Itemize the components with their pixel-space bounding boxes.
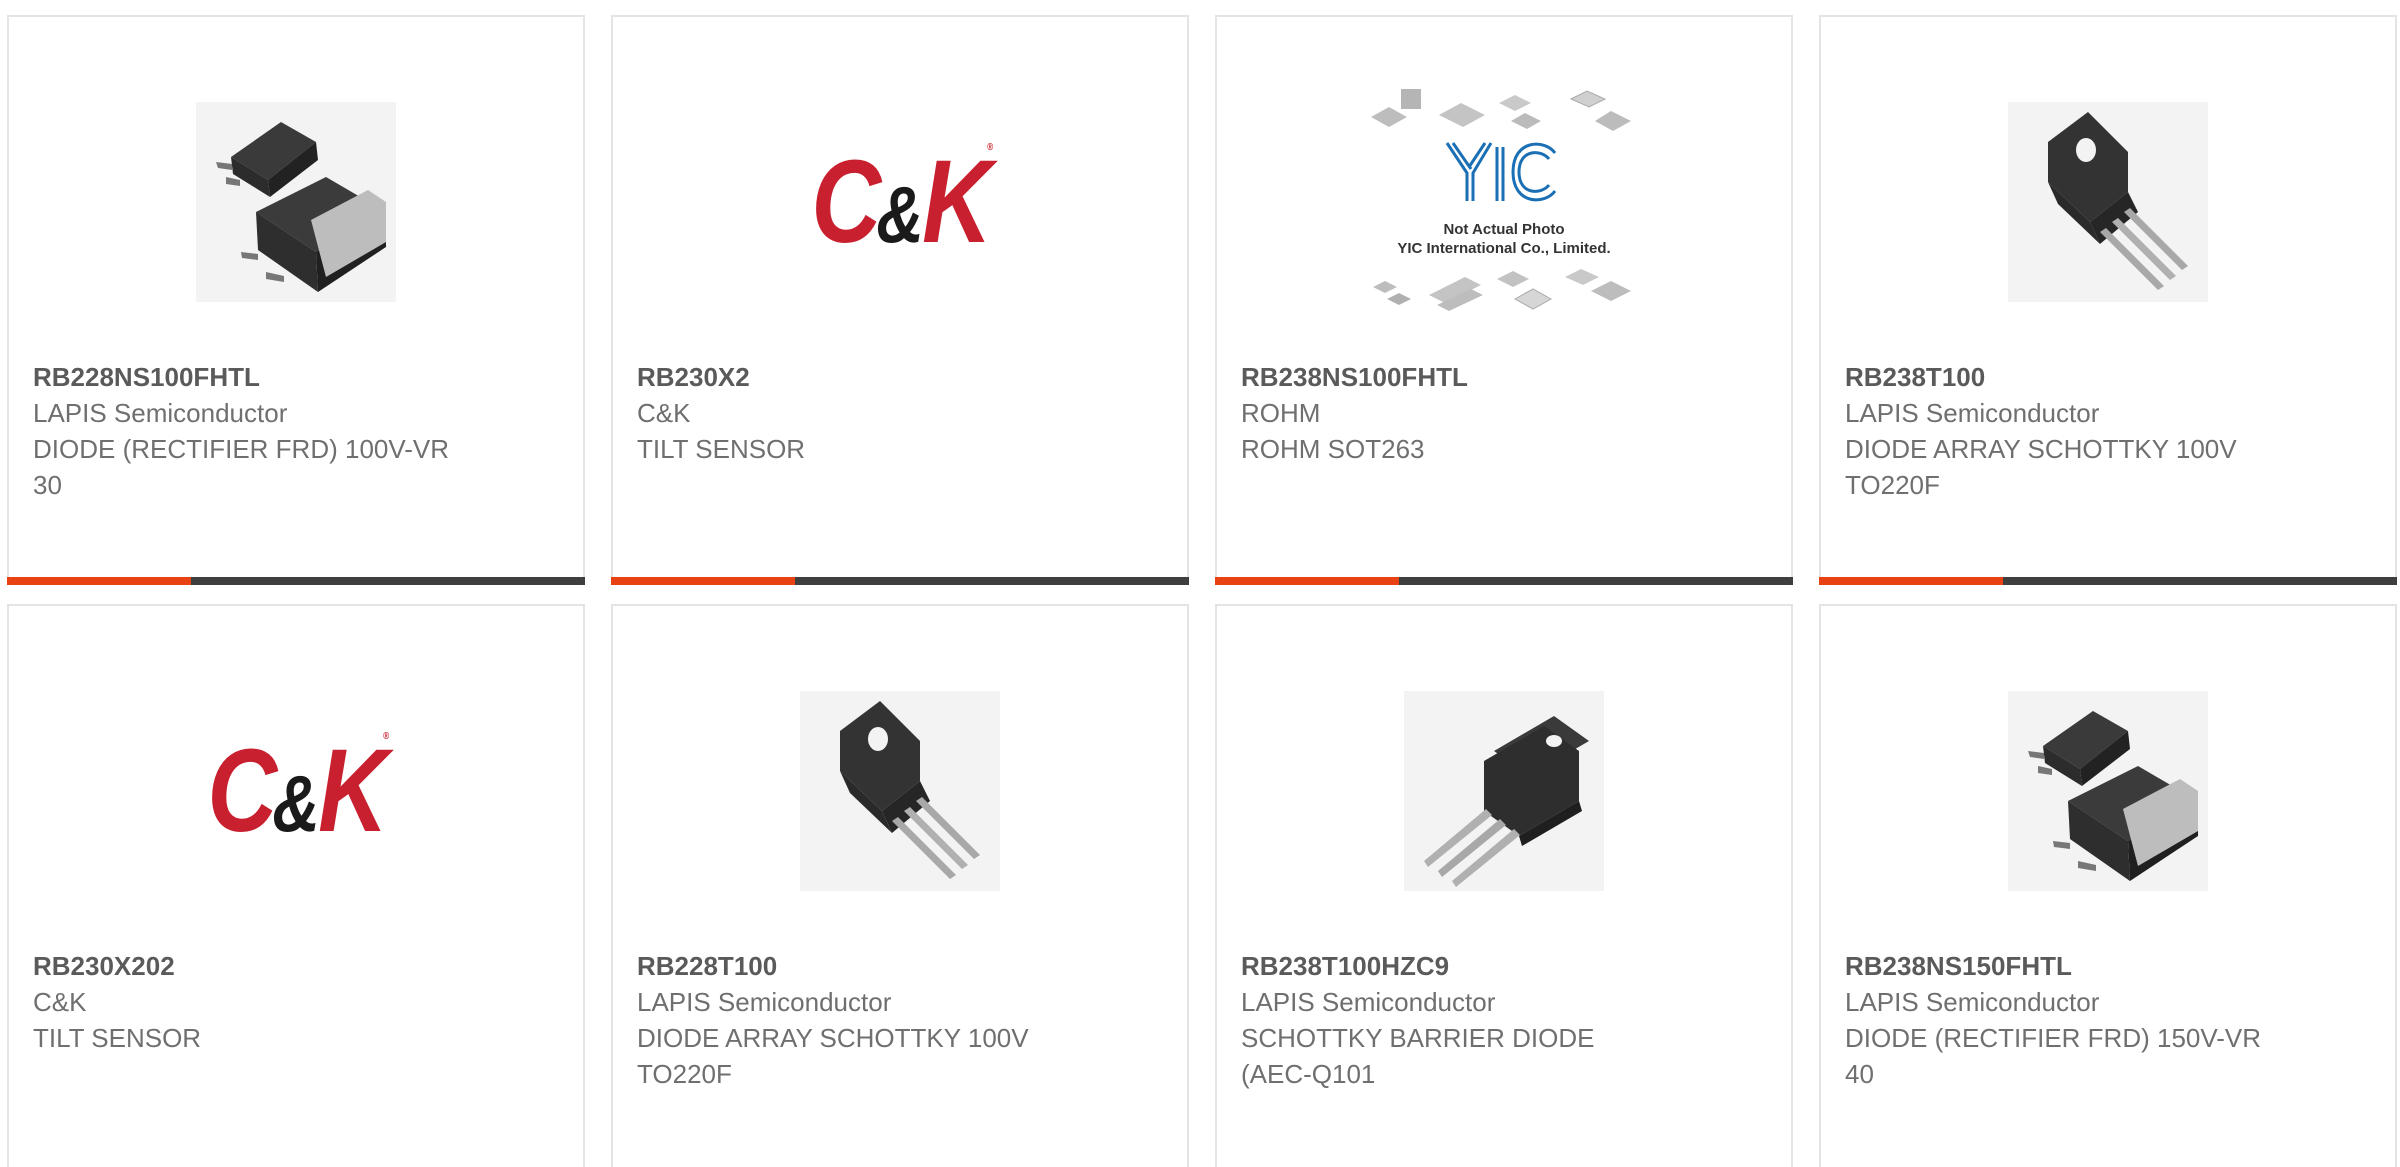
product-card[interactable]: RB238T100 LAPIS Semiconductor DIODE ARRA…: [1819, 15, 2397, 585]
description: DIODE (RECTIFIER FRD) 100V-VR 30: [33, 434, 450, 500]
part-number[interactable]: RB238T100: [1845, 359, 2371, 395]
product-image[interactable]: C&K®: [9, 666, 583, 916]
accent-bar: [7, 577, 191, 585]
manufacturer: C&K: [33, 987, 87, 1017]
description: DIODE ARRAY SCHOTTKY 100V TO220F: [637, 1023, 1029, 1089]
ck-logo-k: K: [318, 725, 388, 857]
product-info: RB230X2 C&K TILT SENSOR: [637, 359, 1163, 467]
product-image[interactable]: [1821, 77, 2395, 327]
product-card[interactable]: RB238NS150FHTL LAPIS Semiconductor DIODE…: [1819, 604, 2397, 1167]
manufacturer: LAPIS Semiconductor: [33, 398, 288, 428]
product-card[interactable]: RB228NS100FHTL LAPIS Semiconductor DIODE…: [7, 15, 585, 585]
ck-logo-amp: &: [272, 759, 320, 848]
product-image[interactable]: [1821, 666, 2395, 916]
product-info: RB228T100 LAPIS Semiconductor DIODE ARRA…: [637, 948, 1163, 1092]
card-footer-bar: [611, 577, 1189, 585]
to220f-package-icon: [800, 691, 1000, 891]
manufacturer: LAPIS Semiconductor: [1845, 398, 2100, 428]
placeholder-line1: Not Actual Photo: [1443, 221, 1565, 238]
product-image[interactable]: C&K®: [613, 77, 1187, 327]
ck-logo: C&K®: [812, 142, 996, 262]
product-image[interactable]: [9, 77, 583, 327]
ck-logo: C&K®: [208, 731, 392, 851]
product-image[interactable]: [613, 666, 1187, 916]
yic-placeholder: Not Actual Photo YIC International Co., …: [1359, 77, 1649, 327]
part-number[interactable]: RB230X202: [33, 948, 559, 984]
ck-logo-c: C: [811, 136, 882, 268]
dpak-package-icon: [196, 102, 396, 302]
product-info: RB238NS100FHTL ROHM ROHM SOT263: [1241, 359, 1767, 467]
part-number[interactable]: RB238T100HZC9: [1241, 948, 1767, 984]
product-info: RB238T100 LAPIS Semiconductor DIODE ARRA…: [1845, 359, 2371, 503]
description: DIODE ARRAY SCHOTTKY 100V TO220F: [1845, 434, 2237, 500]
part-number[interactable]: RB228T100: [637, 948, 1163, 984]
accent-bar: [611, 577, 795, 585]
part-number[interactable]: RB230X2: [637, 359, 1163, 395]
manufacturer: ROHM: [1241, 398, 1321, 428]
product-grid: RB228NS100FHTL LAPIS Semiconductor DIODE…: [0, 0, 2400, 1167]
chip-cluster-icon: [1371, 89, 1631, 311]
ck-logo-c: C: [207, 725, 278, 857]
ck-logo-mark: ®: [987, 142, 995, 153]
manufacturer: LAPIS Semiconductor: [637, 987, 892, 1017]
product-info: RB228NS100FHTL LAPIS Semiconductor DIODE…: [33, 359, 559, 503]
to220-package-icon: [1404, 691, 1604, 891]
description: DIODE (RECTIFIER FRD) 150V-VR 40: [1845, 1023, 2262, 1089]
product-image[interactable]: Not Actual Photo YIC International Co., …: [1217, 77, 1791, 327]
manufacturer: LAPIS Semiconductor: [1241, 987, 1496, 1017]
card-footer-bar: [1819, 577, 2397, 585]
part-number[interactable]: RB238NS150FHTL: [1845, 948, 2371, 984]
part-number[interactable]: RB238NS100FHTL: [1241, 359, 1767, 395]
placeholder-text: Not Actual Photo YIC International Co., …: [1359, 220, 1649, 258]
ck-logo-k: K: [922, 136, 992, 268]
ck-logo-amp: &: [876, 170, 924, 259]
product-info: RB230X202 C&K TILT SENSOR: [33, 948, 559, 1056]
product-image[interactable]: [1217, 666, 1791, 916]
product-info: RB238T100HZC9 LAPIS Semiconductor SCHOTT…: [1241, 948, 1767, 1092]
manufacturer: LAPIS Semiconductor: [1845, 987, 2100, 1017]
ck-logo-mark: ®: [383, 731, 391, 742]
accent-bar: [1215, 577, 1399, 585]
card-footer-bar: [1215, 577, 1793, 585]
product-info: RB238NS150FHTL LAPIS Semiconductor DIODE…: [1845, 948, 2371, 1092]
manufacturer: C&K: [637, 398, 691, 428]
product-card[interactable]: Not Actual Photo YIC International Co., …: [1215, 15, 1793, 585]
description: TILT SENSOR: [637, 434, 806, 464]
product-card[interactable]: RB238T100HZC9 LAPIS Semiconductor SCHOTT…: [1215, 604, 1793, 1167]
to220f-package-icon: [2008, 102, 2208, 302]
product-card[interactable]: RB228T100 LAPIS Semiconductor DIODE ARRA…: [611, 604, 1189, 1167]
description: SCHOTTKY BARRIER DIODE (AEC-Q101: [1241, 1023, 1595, 1089]
product-card[interactable]: C&K® RB230X2 C&K TILT SENSOR: [611, 15, 1189, 585]
card-footer-bar: [7, 577, 585, 585]
description: ROHM SOT263: [1241, 434, 1425, 464]
accent-bar: [1819, 577, 2003, 585]
dpak-package-icon: [2008, 691, 2208, 891]
product-card[interactable]: C&K® RB230X202 C&K TILT SENSOR: [7, 604, 585, 1167]
description: TILT SENSOR: [33, 1023, 202, 1053]
part-number[interactable]: RB228NS100FHTL: [33, 359, 559, 395]
placeholder-line2: YIC International Co., Limited.: [1397, 240, 1611, 257]
